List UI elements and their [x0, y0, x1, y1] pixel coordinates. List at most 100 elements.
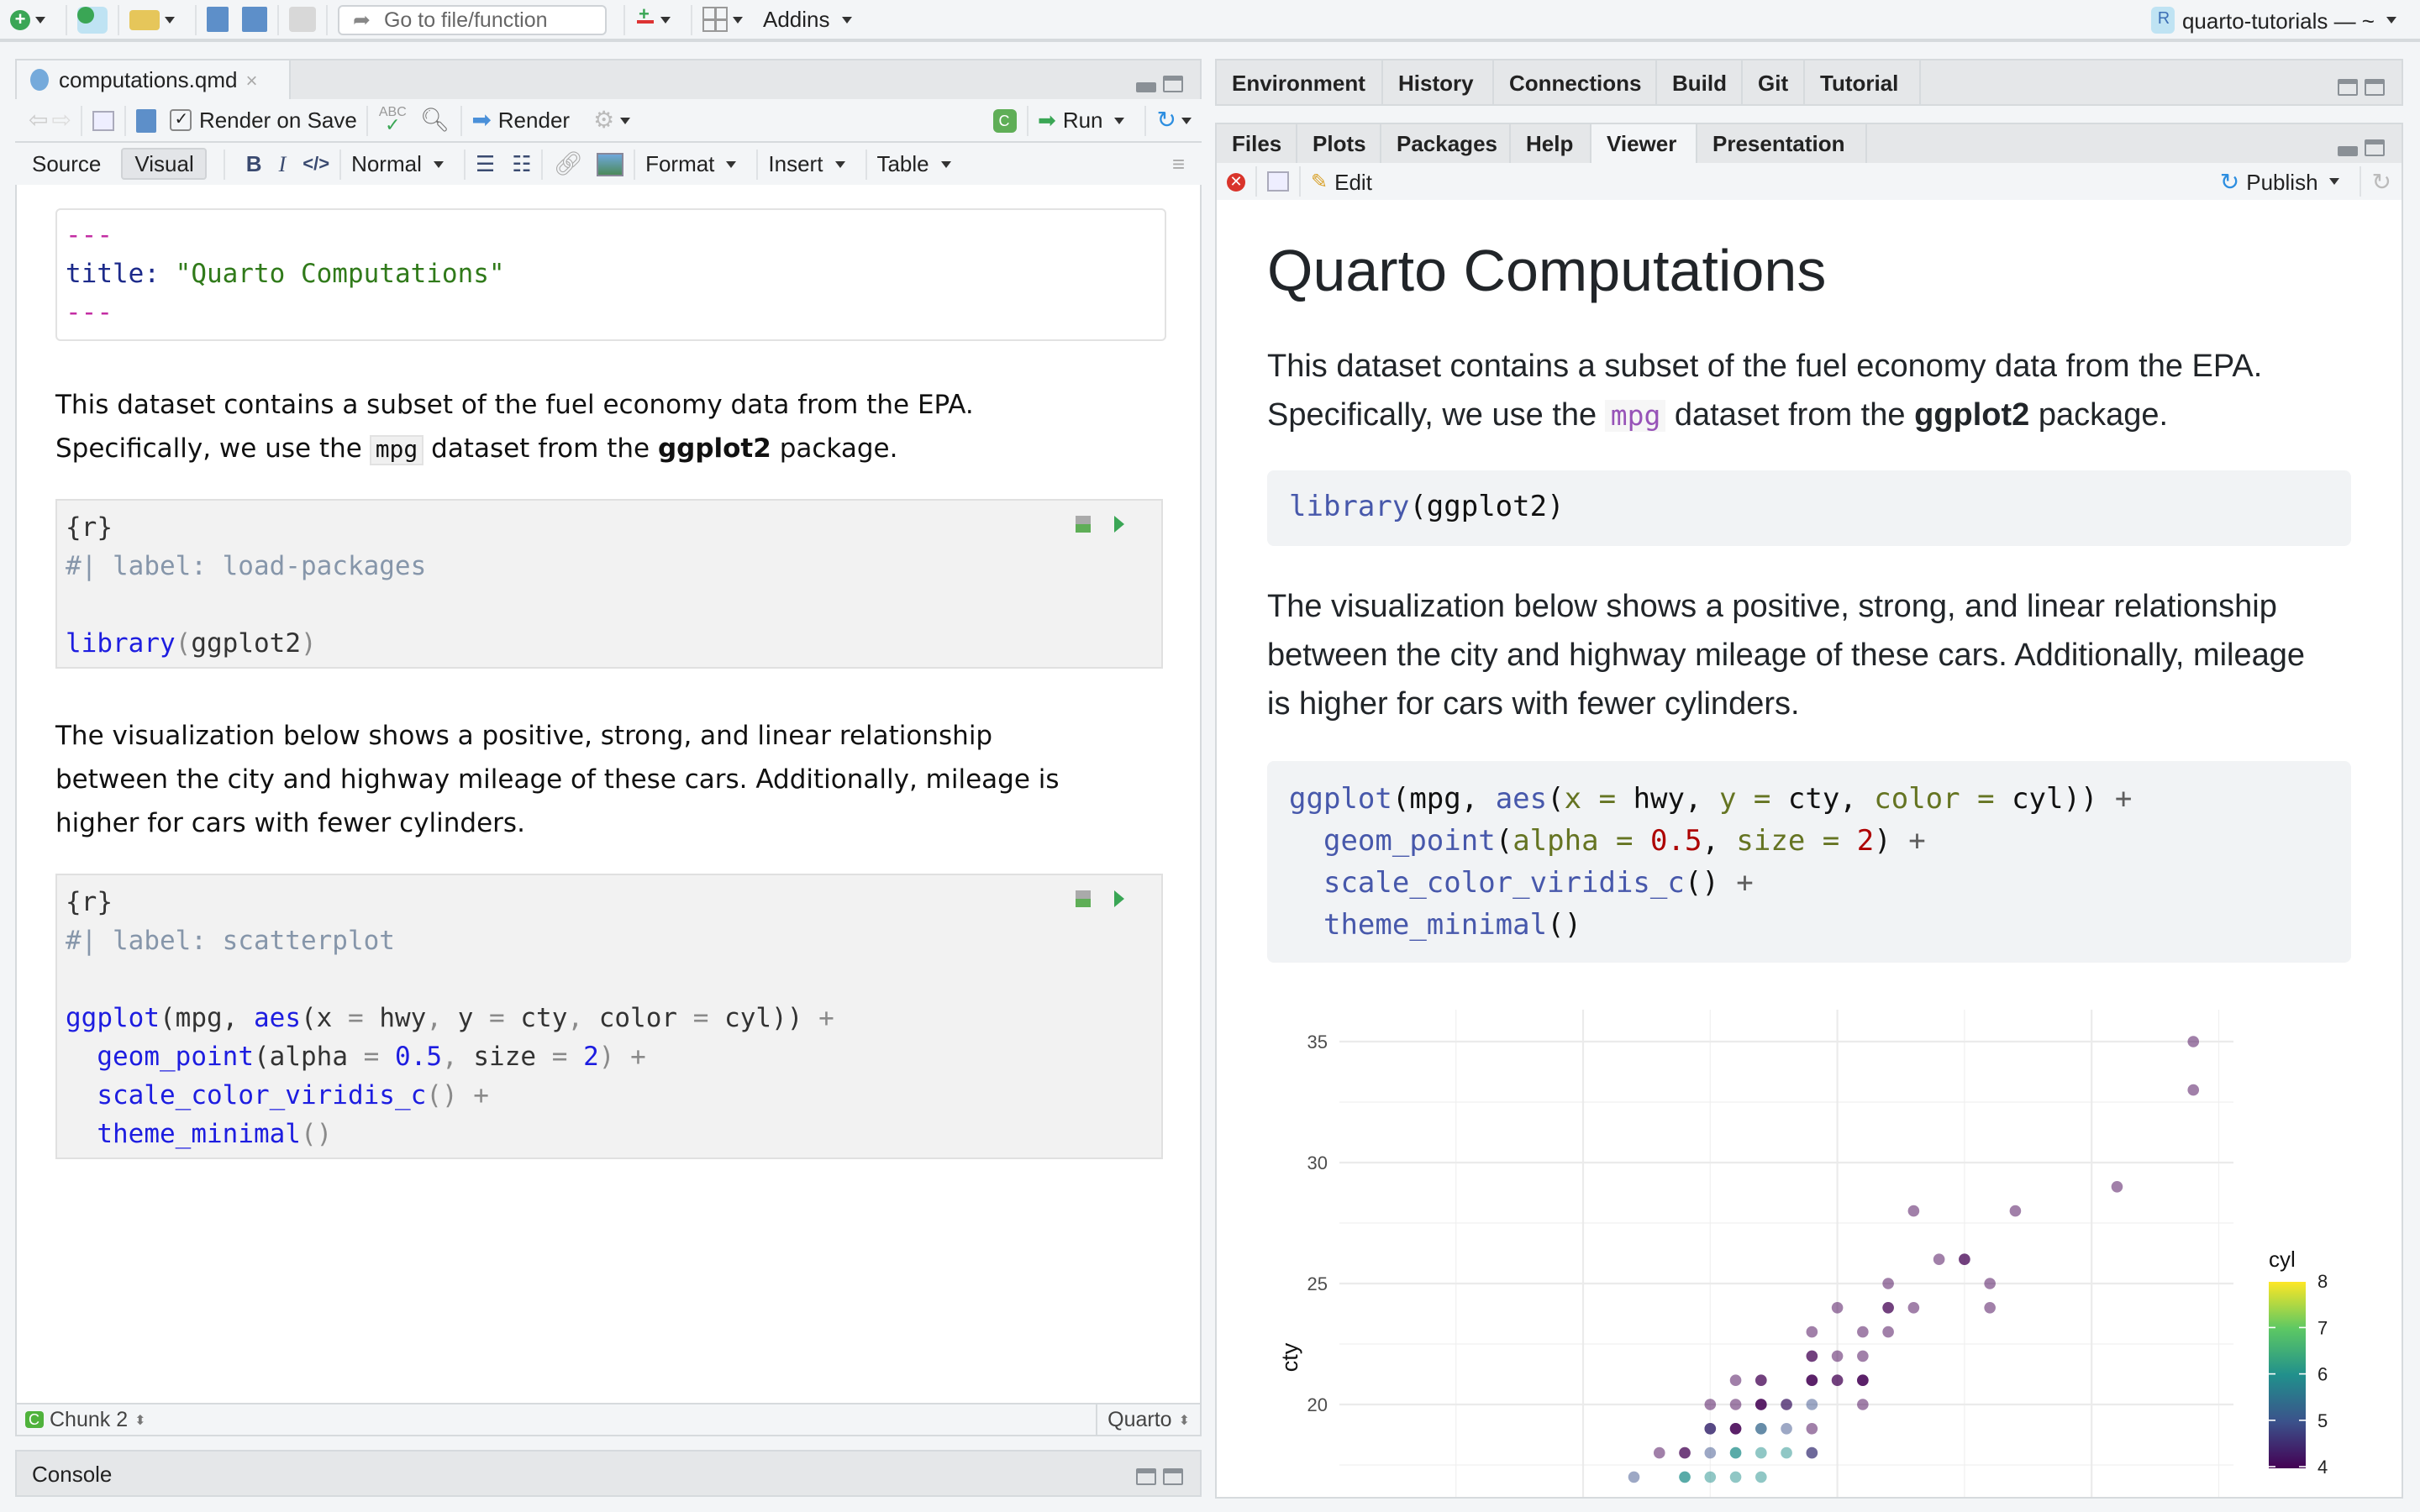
render-on-save-checkbox[interactable]: ✓ Render on Save: [170, 108, 357, 133]
image-icon[interactable]: [597, 152, 624, 176]
tab-history[interactable]: History: [1383, 60, 1494, 104]
editor-content[interactable]: --- title: "Quarto Computations" --- This …: [15, 185, 1202, 1404]
restore-pane-icon[interactable]: [2338, 79, 2358, 96]
code-token: =: [692, 1003, 709, 1033]
chevron-down-icon: [841, 16, 852, 23]
spellcheck-icon[interactable]: ABC ✓: [379, 105, 407, 135]
clear-viewer-icon[interactable]: ✕: [1227, 172, 1245, 191]
run-chunk-icon[interactable]: [1114, 516, 1124, 533]
open-dropdown-icon[interactable]: [165, 16, 175, 23]
grid-layout-icon[interactable]: [702, 7, 728, 32]
tab-packages[interactable]: Packages: [1381, 124, 1511, 163]
outline-icon[interactable]: ≡: [1172, 151, 1185, 176]
insert-chunk-icon[interactable]: C: [992, 108, 1016, 132]
tab-files[interactable]: Files: [1217, 124, 1297, 163]
data-point: [1729, 1446, 1742, 1459]
layout-dropdown-icon[interactable]: [733, 16, 743, 23]
code-token: +: [457, 1080, 489, 1110]
tab-viewer[interactable]: Viewer: [1591, 124, 1697, 163]
format-menu[interactable]: Format: [645, 151, 746, 176]
forward-icon[interactable]: ⇨: [51, 106, 71, 134]
paragraph-2[interactable]: The visualization below shows a positive…: [55, 714, 1060, 845]
tab-build[interactable]: Build: [1657, 60, 1743, 104]
code-token: scale_color_viridis_c: [97, 1080, 427, 1110]
run-previous-chunks-icon[interactable]: [1076, 890, 1091, 907]
table-menu[interactable]: Table: [876, 151, 960, 176]
back-icon[interactable]: ⇦: [29, 106, 48, 134]
code-token: (x: [301, 1003, 348, 1033]
run-previous-chunks-icon[interactable]: [1076, 516, 1091, 533]
rerun-icon[interactable]: ↻: [1157, 106, 1176, 134]
tab-environment[interactable]: Environment: [1217, 60, 1383, 104]
minimize-pane-icon[interactable]: [1136, 82, 1156, 92]
tab-connections[interactable]: Connections: [1494, 60, 1657, 104]
addins-menu[interactable]: Addins: [763, 7, 862, 32]
code-token: =: [489, 1003, 505, 1033]
code-button[interactable]: </>: [302, 154, 329, 174]
tab-help[interactable]: Help: [1511, 124, 1591, 163]
close-tab-icon[interactable]: ×: [245, 68, 257, 92]
maximize-pane-icon[interactable]: [1163, 1468, 1183, 1485]
save-all-icon[interactable]: [242, 7, 267, 32]
publish-button[interactable]: ↻ Publish: [2220, 167, 2350, 196]
new-project-icon[interactable]: [77, 6, 108, 33]
block-style-select[interactable]: Normal: [351, 151, 454, 176]
render-button[interactable]: ➡ Render: [471, 106, 570, 134]
vcs-dropdown-icon[interactable]: [660, 16, 671, 23]
tab-git[interactable]: Git: [1743, 60, 1805, 104]
tab-plots[interactable]: Plots: [1297, 124, 1381, 163]
code-token: (): [1547, 909, 1582, 942]
chunk-navigator[interactable]: C Chunk 2 ⬍: [25, 1408, 146, 1431]
code-chunk-1[interactable]: {r} #| label: load-packages library(ggplot…: [55, 499, 1163, 669]
restore-pane-icon[interactable]: [1136, 1468, 1156, 1485]
tab-tutorial[interactable]: Tutorial: [1805, 60, 1921, 104]
open-folder-icon[interactable]: [129, 9, 160, 29]
project-menu[interactable]: R quarto-tutorials — ~: [2151, 7, 2407, 34]
console-pane-header[interactable]: Console: [15, 1450, 1202, 1497]
version-control-icon[interactable]: +: [635, 4, 655, 34]
search-icon[interactable]: 🔍︎: [420, 106, 450, 134]
edit-button[interactable]: ✎ Edit: [1311, 169, 1372, 194]
rerun-dropdown-icon[interactable]: [1181, 117, 1192, 123]
run-button[interactable]: ➡ Run: [1038, 107, 1135, 134]
checkmark-icon: ✓: [170, 109, 192, 131]
show-in-window-icon[interactable]: [1267, 171, 1289, 192]
refresh-icon[interactable]: ↻: [2372, 167, 2391, 196]
viewer-title: Quarto Computations: [1267, 239, 1827, 304]
gear-icon[interactable]: ⚙: [593, 106, 614, 134]
insert-menu[interactable]: Insert: [768, 151, 855, 176]
link-icon[interactable]: 🔗︎: [554, 150, 584, 178]
viewer-toolbar: ✕ ✎ Edit ↻ Publish ↻: [1215, 163, 2403, 202]
options-dropdown-icon[interactable]: [619, 117, 630, 123]
new-file-dropdown-icon[interactable]: [35, 16, 45, 23]
paragraph-1[interactable]: This dataset contains a subset of the fu…: [55, 383, 974, 472]
maximize-pane-icon[interactable]: [2365, 79, 2385, 96]
bold-button[interactable]: B: [246, 151, 262, 176]
maximize-pane-icon[interactable]: [1163, 76, 1183, 92]
minimize-pane-icon[interactable]: [2338, 146, 2358, 156]
save-icon[interactable]: [136, 108, 157, 132]
go-to-file-input[interactable]: ➦ Go to file/function: [338, 4, 607, 34]
print-icon[interactable]: [289, 7, 316, 32]
data-point: [1781, 1399, 1792, 1410]
bullet-list-icon[interactable]: ☰: [476, 150, 495, 177]
mode-visual-button[interactable]: Visual: [121, 148, 208, 180]
code-chunk-2[interactable]: {r} #| label: scatterplot ggplot(mpg, aes(…: [55, 874, 1163, 1159]
show-in-window-icon[interactable]: [92, 110, 115, 130]
new-file-icon[interactable]: +: [10, 9, 30, 29]
italic-button[interactable]: I: [279, 150, 287, 177]
code-token: 2: [583, 1042, 599, 1072]
numbered-list-icon[interactable]: ☷: [512, 150, 531, 177]
run-chunk-icon[interactable]: [1114, 890, 1124, 907]
mode-source-button[interactable]: Source: [32, 151, 101, 176]
save-icon[interactable]: [207, 7, 229, 32]
data-point: [1628, 1471, 1640, 1483]
yaml-block[interactable]: --- title: "Quarto Computations" ---: [55, 208, 1166, 341]
document-type-select[interactable]: Quarto ⬍: [1096, 1404, 1200, 1435]
restore-pane-icon[interactable]: [2365, 139, 2385, 156]
tab-computations-qmd[interactable]: computations.qmd ×: [17, 60, 291, 99]
code-token: size: [457, 1042, 552, 1072]
tab-presentation[interactable]: Presentation: [1697, 124, 1867, 163]
